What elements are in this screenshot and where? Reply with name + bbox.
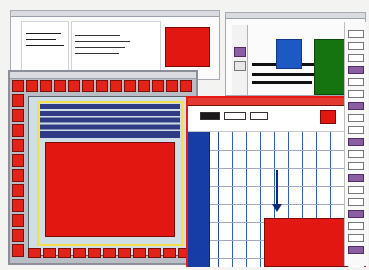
far-right-button-7[interactable]: [348, 102, 364, 110]
red-tile[interactable]: [96, 80, 108, 92]
preview-red-swatch: [165, 27, 210, 67]
red-tile[interactable]: [43, 248, 56, 258]
palette-button-2[interactable]: [234, 61, 246, 71]
far-right-button-4[interactable]: [348, 66, 364, 74]
far-right-button-6[interactable]: [348, 90, 364, 98]
red-tile[interactable]: [12, 244, 24, 257]
grid-arrow-head: [272, 204, 282, 212]
top-left-window-content: [71, 21, 161, 77]
toolbar-chip-1[interactable]: [200, 112, 220, 120]
red-tile[interactable]: [54, 80, 66, 92]
diagram-left-palette: [232, 25, 248, 95]
red-tile[interactable]: [12, 199, 24, 212]
far-right-button-13[interactable]: [348, 174, 364, 182]
far-right-button-8[interactable]: [348, 114, 364, 122]
far-right-button-12[interactable]: [348, 162, 364, 170]
bottom-right-window: [186, 96, 366, 267]
red-tile[interactable]: [88, 248, 101, 258]
red-tile[interactable]: [12, 214, 24, 227]
bottom-right-red-rect[interactable]: [264, 218, 352, 267]
far-right-button-10[interactable]: [348, 138, 364, 146]
top-left-window-sidebar: [21, 21, 69, 77]
grid-arrow: [276, 170, 278, 205]
bottom-right-window-titlebar[interactable]: [188, 98, 364, 106]
red-tile[interactable]: [118, 248, 131, 258]
toolbar-chip-3[interactable]: [250, 112, 268, 120]
red-tile[interactable]: [12, 124, 24, 137]
red-tile[interactable]: [180, 80, 192, 92]
red-tile[interactable]: [12, 154, 24, 167]
far-right-button-15[interactable]: [348, 198, 364, 206]
red-tile[interactable]: [12, 94, 24, 107]
palette-button-1[interactable]: [234, 47, 246, 57]
red-tile[interactable]: [138, 80, 150, 92]
red-tile[interactable]: [12, 184, 24, 197]
red-tile[interactable]: [28, 248, 41, 258]
far-right-button-3[interactable]: [348, 54, 364, 62]
far-right-button-11[interactable]: [348, 150, 364, 158]
left-red-strip: [12, 94, 26, 259]
red-tile[interactable]: [12, 139, 24, 152]
red-tile[interactable]: [148, 248, 161, 258]
red-tile[interactable]: [12, 80, 24, 92]
diagram-window-titlebar[interactable]: [226, 13, 365, 19]
red-tile[interactable]: [12, 169, 24, 182]
red-tile[interactable]: [110, 80, 122, 92]
far-right-button-9[interactable]: [348, 126, 364, 134]
far-right-button-19[interactable]: [348, 246, 364, 254]
red-tile[interactable]: [152, 80, 164, 92]
far-right-button-16[interactable]: [348, 210, 364, 218]
diagram-blue-node[interactable]: [276, 39, 302, 69]
diagram-green-node[interactable]: [314, 39, 346, 95]
bottom-red-strip: [28, 248, 193, 260]
far-right-button-18[interactable]: [348, 234, 364, 242]
top-red-strip: [12, 80, 194, 94]
red-tile[interactable]: [12, 229, 24, 242]
red-tile[interactable]: [163, 248, 176, 258]
red-tile[interactable]: [12, 109, 24, 122]
red-tile[interactable]: [103, 248, 116, 258]
far-right-button-2[interactable]: [348, 42, 364, 50]
far-right-button-1[interactable]: [348, 30, 364, 38]
red-tile[interactable]: [68, 80, 80, 92]
red-tile[interactable]: [133, 248, 146, 258]
red-tile[interactable]: [166, 80, 178, 92]
canvas-scribbles: [40, 104, 180, 138]
red-tile[interactable]: [26, 80, 38, 92]
main-window-titlebar[interactable]: [10, 72, 196, 79]
far-right-button-5[interactable]: [348, 78, 364, 86]
toolbar-red-indicator: [320, 110, 336, 124]
main-window: [8, 70, 198, 265]
toolbar-chip-2[interactable]: [224, 112, 246, 120]
red-tile[interactable]: [58, 248, 71, 258]
main-red-rect[interactable]: [45, 142, 175, 237]
blue-ruler: [188, 132, 210, 267]
top-left-window-titlebar[interactable]: [11, 11, 219, 17]
red-tile[interactable]: [40, 80, 52, 92]
red-tile[interactable]: [82, 80, 94, 92]
far-right-button-17[interactable]: [348, 222, 364, 230]
red-tile[interactable]: [124, 80, 136, 92]
far-right-button-14[interactable]: [348, 186, 364, 194]
red-tile[interactable]: [73, 248, 86, 258]
